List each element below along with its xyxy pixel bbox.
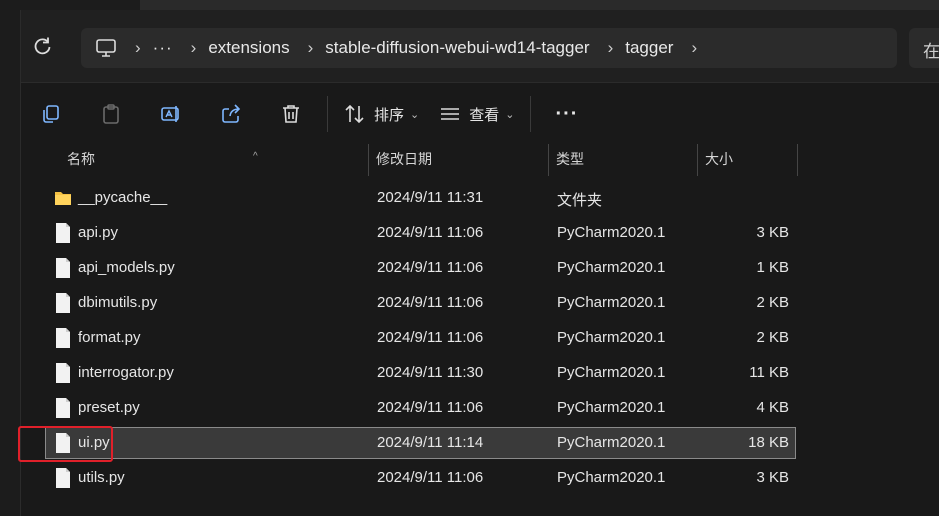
file-row[interactable]: __pycache__ 2024/9/11 11:31 文件夹	[45, 182, 796, 214]
file-row[interactable]: preset.py 2024/9/11 11:06 PyCharm2020.1 4 K…	[45, 392, 796, 424]
file-size: 4 KB	[756, 399, 789, 416]
toolbar-divider	[530, 96, 532, 132]
file-type: PyCharm2020.1	[557, 329, 666, 346]
file-modified-date: 2024/9/11 11:14	[377, 434, 484, 451]
file-name: format.py	[78, 329, 141, 346]
breadcrumb-separator[interactable]: ›	[691, 38, 697, 58]
file-type: PyCharm2020.1	[557, 224, 666, 241]
breadcrumb-separator: ›	[607, 38, 614, 57]
column-size-header[interactable]: 大小	[705, 144, 798, 176]
file-type: PyCharm2020.1	[557, 294, 666, 311]
file-row[interactable]: api.py 2024/9/11 11:06 PyCharm2020.1 3 KB	[45, 217, 796, 249]
computer-icon[interactable]	[95, 37, 117, 59]
breadcrumb-tagger[interactable]: tagger	[625, 38, 673, 58]
file-modified-date: 2024/9/11 11:06	[377, 329, 484, 346]
paste-button[interactable]	[81, 94, 141, 134]
sort-icon	[345, 104, 364, 124]
file-size: 3 KB	[756, 469, 789, 486]
search-input[interactable]: 在	[909, 28, 939, 68]
file-modified-date: 2024/9/11 11:06	[377, 224, 484, 241]
file-row[interactable]: format.py 2024/9/11 11:06 PyCharm2020.1 2 K…	[45, 322, 796, 354]
chevron-down-icon: ⌄	[505, 108, 515, 121]
breadcrumb-separator: ›	[135, 38, 141, 57]
rename-button[interactable]	[141, 94, 201, 134]
file-icon	[56, 468, 70, 488]
file-row[interactable]: utils.py 2024/9/11 11:06 PyCharm2020.1 3 KB	[45, 462, 796, 494]
file-size: 11 KB	[749, 364, 789, 381]
sort-ascending-icon: ^	[253, 151, 258, 162]
file-modified-date: 2024/9/11 11:06	[377, 294, 484, 311]
command-bar: 排序 ⌄ 查看 ⌄ ···	[21, 82, 939, 145]
view-label: 查看	[469, 106, 500, 124]
search-placeholder: 在	[923, 42, 939, 61]
file-type: PyCharm2020.1	[557, 434, 666, 451]
file-row[interactable]: interrogator.py 2024/9/11 11:30 PyCharm202…	[45, 357, 796, 389]
file-size: 18 KB	[748, 434, 789, 451]
breadcrumb-webui-wd14-tagger[interactable]: stable-diffusion-webui-wd14-tagger	[325, 38, 589, 58]
file-size: 2 KB	[756, 329, 789, 346]
toolbar-divider	[327, 96, 328, 132]
address-bar[interactable]: › ··· › extensions › stable-diffusion-we…	[81, 28, 897, 68]
chevron-down-icon: ⌄	[410, 108, 420, 121]
file-size: 3 KB	[756, 224, 789, 241]
file-name: api_models.py	[78, 259, 175, 276]
file-name: dbimutils.py	[78, 294, 158, 311]
rename-icon	[161, 106, 179, 122]
file-name: utils.py	[78, 469, 125, 486]
file-name: interrogator.py	[78, 364, 174, 381]
copy-icon	[43, 105, 59, 123]
column-date-header[interactable]: 修改日期	[376, 144, 549, 176]
top-strip	[140, 0, 939, 10]
file-modified-date: 2024/9/11 11:06	[377, 399, 484, 416]
file-row[interactable]: dbimutils.py 2024/9/11 11:06 PyCharm2020.1…	[45, 287, 796, 319]
file-row[interactable]: ui.py 2024/9/11 11:14 PyCharm2020.1 18 KB	[45, 427, 796, 459]
file-icon	[56, 293, 70, 313]
file-icon	[56, 398, 70, 418]
file-type: PyCharm2020.1	[557, 469, 666, 486]
highlight-annotation	[18, 426, 113, 462]
more-options-button[interactable]: ···	[537, 103, 596, 126]
file-icon	[56, 258, 70, 278]
breadcrumb-extensions[interactable]: extensions	[208, 38, 289, 58]
column-header: 名称 ^ 修改日期 类型 大小	[21, 144, 939, 176]
address-row: › ··· › extensions › stable-diffusion-we…	[21, 10, 939, 82]
sort-menu-button[interactable]: 排序 ⌄	[334, 94, 429, 134]
file-type: PyCharm2020.1	[557, 364, 666, 381]
file-icon	[56, 328, 70, 348]
delete-button[interactable]	[261, 94, 321, 134]
file-icon	[56, 223, 70, 243]
file-name: api.py	[78, 224, 119, 241]
file-name: preset.py	[78, 399, 140, 416]
file-type: PyCharm2020.1	[557, 399, 666, 416]
refresh-icon[interactable]	[33, 36, 53, 56]
view-menu-button[interactable]: 查看 ⌄	[429, 94, 524, 134]
breadcrumb-separator: ›	[307, 38, 314, 57]
paste-icon	[103, 104, 119, 124]
file-size: 1 KB	[756, 259, 789, 276]
file-icon	[56, 363, 70, 383]
share-button[interactable]	[201, 94, 261, 134]
file-type: PyCharm2020.1	[557, 259, 666, 276]
file-modified-date: 2024/9/11 11:06	[377, 469, 484, 486]
delete-icon	[283, 105, 299, 123]
file-size: 2 KB	[756, 294, 789, 311]
file-modified-date: 2024/9/11 11:30	[377, 364, 484, 381]
column-type-header[interactable]: 类型	[556, 144, 698, 176]
view-icon	[441, 108, 460, 120]
file-modified-date: 2024/9/11 11:31	[377, 189, 484, 206]
file-type: 文件夹	[557, 192, 603, 209]
sort-label: 排序	[374, 106, 405, 124]
file-row[interactable]: api_models.py 2024/9/11 11:06 PyCharm2020.…	[45, 252, 796, 284]
file-explorer-window: › ··· › extensions › stable-diffusion-we…	[20, 10, 939, 516]
file-name: __pycache__	[78, 189, 168, 206]
file-modified-date: 2024/9/11 11:06	[377, 259, 484, 276]
column-name-header[interactable]: 名称 ^	[67, 144, 369, 176]
copy-button[interactable]	[21, 94, 81, 134]
breadcrumb-separator: ›	[190, 38, 197, 57]
share-icon	[222, 104, 241, 123]
folder-icon	[55, 192, 71, 205]
breadcrumb-overflow-button[interactable]: ···	[153, 38, 173, 58]
